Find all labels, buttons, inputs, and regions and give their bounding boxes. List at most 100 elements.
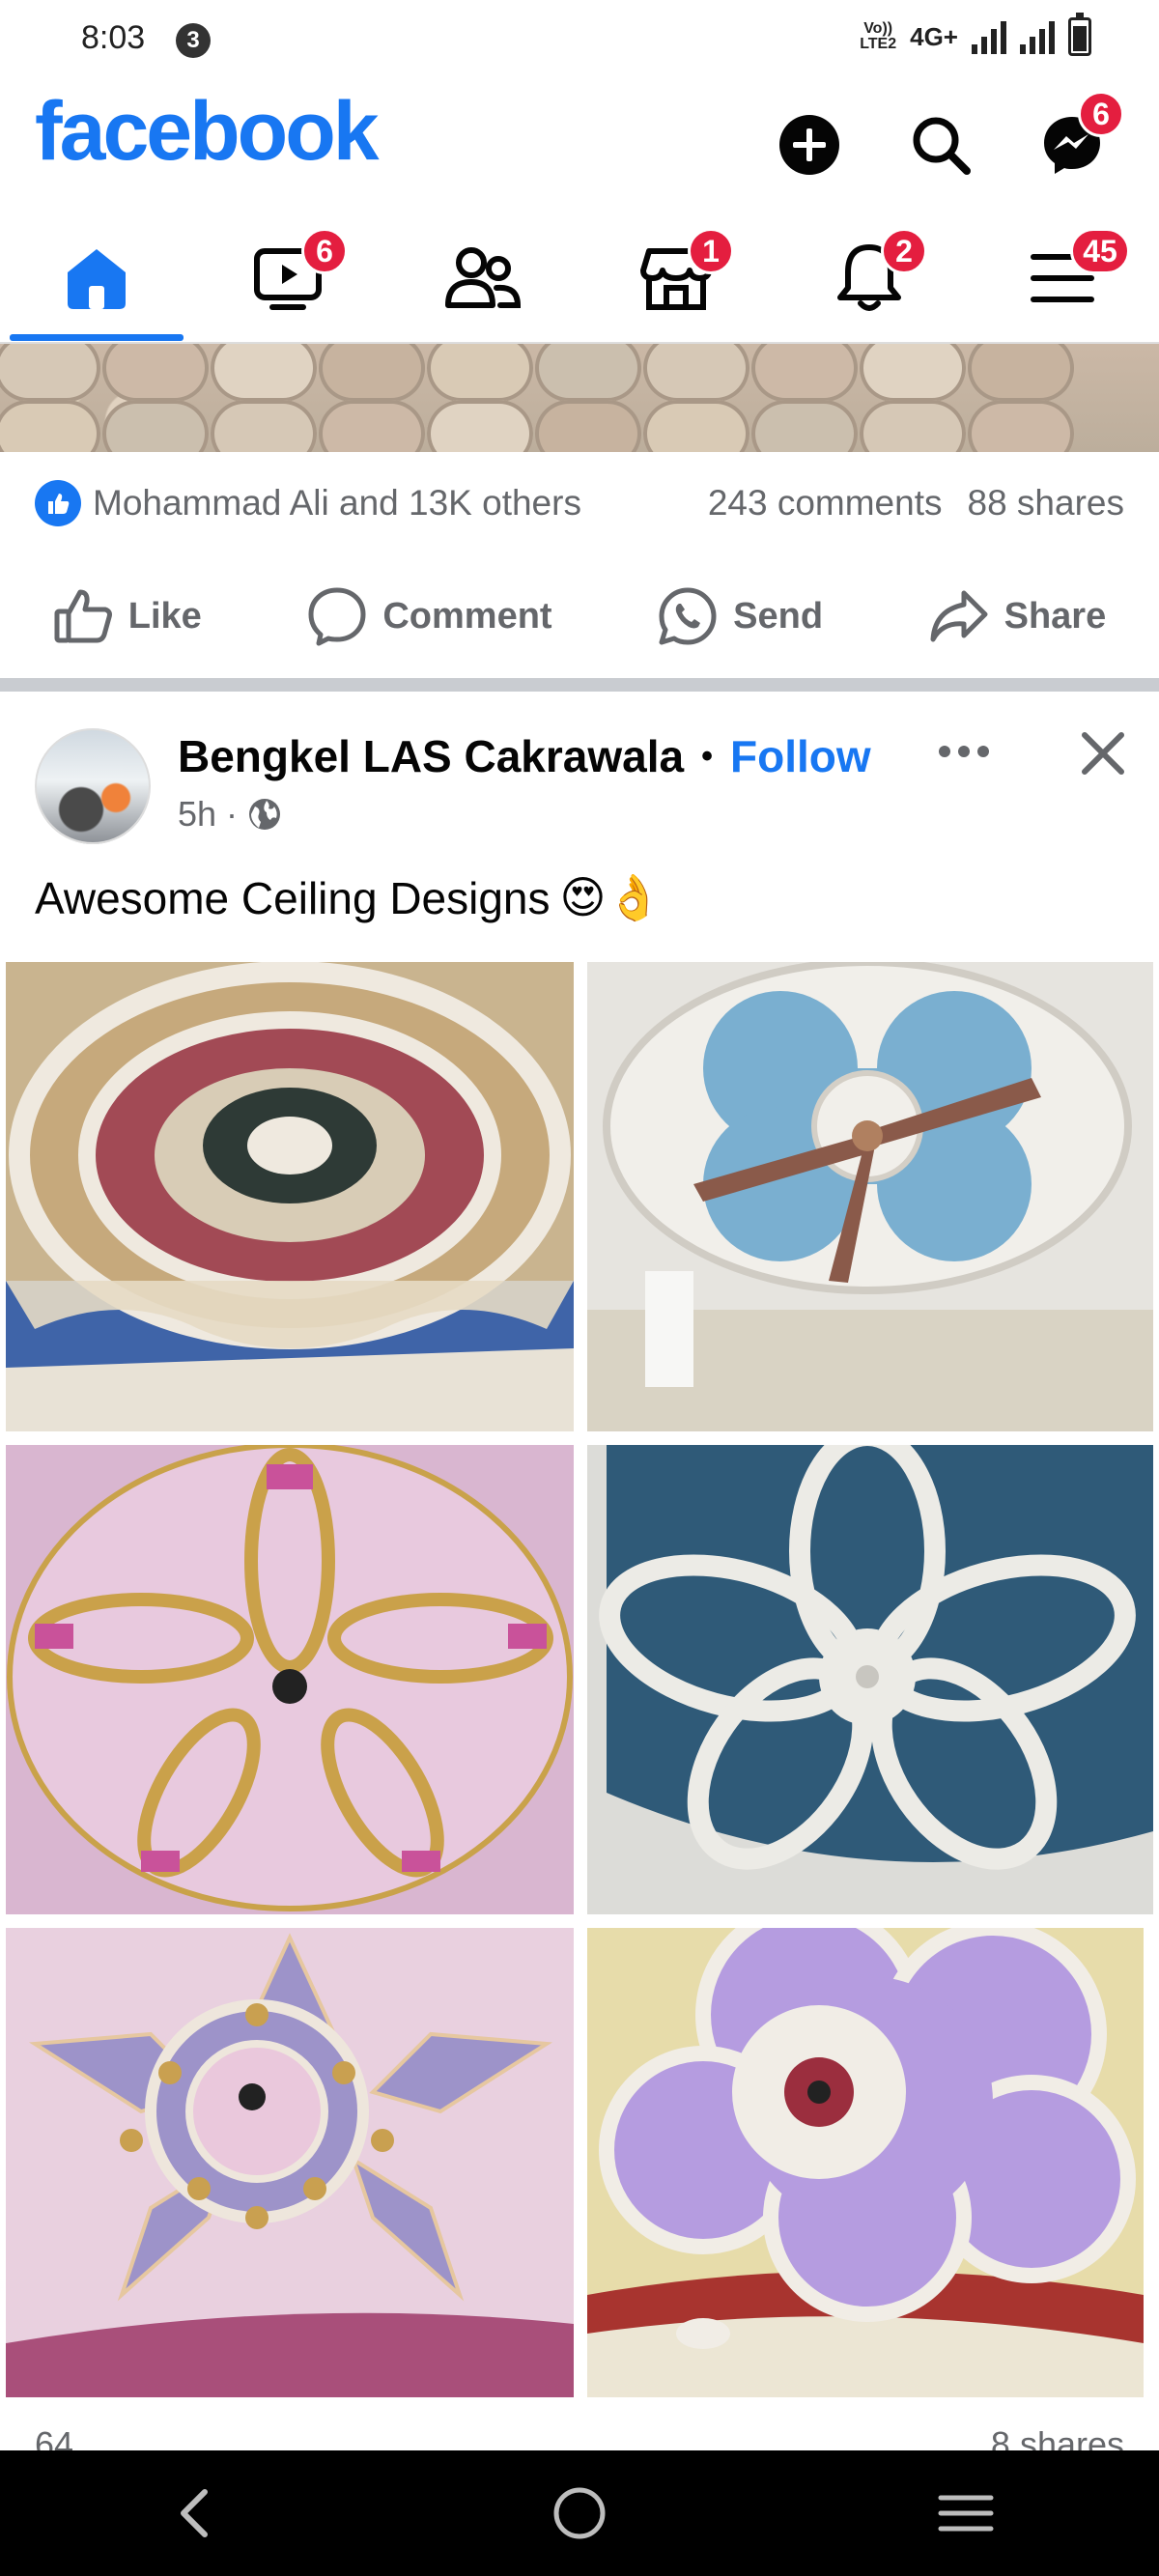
reactions-count[interactable]: 64: [35, 2424, 73, 2453]
paving-tile: [211, 400, 317, 452]
tab-marketplace[interactable]: 1: [580, 211, 773, 346]
network-type: 4G+: [910, 21, 958, 51]
more-icon: [939, 746, 989, 757]
create-button[interactable]: [773, 108, 846, 182]
search-button[interactable]: [904, 108, 977, 182]
paving-tile: [860, 400, 966, 452]
plus-icon: [779, 115, 839, 175]
paving-tile: [643, 400, 749, 452]
like-reaction-icon: [35, 480, 81, 526]
comment-label: Comment: [382, 595, 552, 637]
shares-count[interactable]: 88 shares: [968, 483, 1125, 524]
tab-bar: 6 1 2 45: [0, 211, 1159, 346]
photo-ceiling-4[interactable]: [587, 1445, 1153, 1914]
paving-tile: [211, 344, 317, 402]
paving-tile: [102, 400, 209, 452]
active-tab-indicator: [10, 334, 184, 341]
post-header: Bengkel LAS Cakrawala • Follow: [178, 730, 871, 782]
home-circle-icon: [553, 2487, 606, 2539]
caption-emojis: 😍👌: [559, 872, 662, 922]
paving-tile: [860, 344, 966, 402]
post-time[interactable]: 5h: [178, 794, 216, 835]
paving-tile: [0, 344, 100, 402]
globe-icon: [249, 799, 281, 830]
paving-tile: [535, 400, 641, 452]
caption-text: Awesome Ceiling Designs: [35, 872, 551, 923]
paving-tile: [535, 344, 641, 402]
marketplace-badge: 1: [688, 228, 734, 274]
paving-tile: [751, 400, 858, 452]
home-icon: [68, 249, 126, 309]
paving-tile: [427, 344, 533, 402]
comments-count[interactable]: 243 comments: [708, 483, 943, 524]
reactions-text[interactable]: Mohammad Ali and 13K others: [93, 483, 581, 524]
status-notification-count: 3: [176, 23, 211, 58]
volte-indicator: Vo)) LTE2: [860, 20, 897, 52]
post-meta: 5h ·: [178, 794, 282, 835]
comment-icon: [308, 587, 366, 646]
share-icon: [930, 590, 988, 642]
status-bar: 8:03 3 Vo)) LTE2 4G+: [0, 0, 1159, 83]
back-icon: [181, 2489, 208, 2537]
photo-ceiling-3[interactable]: [6, 1445, 574, 1914]
paving-tile: [0, 400, 100, 452]
paving-tile: [319, 344, 425, 402]
post-caption: Awesome Ceiling Designs 😍👌: [35, 871, 662, 924]
photo-ceiling-6[interactable]: [587, 1928, 1144, 2397]
tab-home[interactable]: [0, 211, 193, 346]
more-options-button[interactable]: [933, 724, 995, 778]
back-button[interactable]: [135, 2465, 251, 2562]
photo-ceiling-1[interactable]: [6, 962, 574, 1431]
page-avatar[interactable]: [35, 728, 151, 844]
messenger-button[interactable]: 6: [1035, 91, 1124, 182]
post-separator: [0, 678, 1159, 692]
facebook-logo[interactable]: facebook: [35, 83, 380, 180]
paving-tile: [968, 344, 1074, 402]
status-indicators: Vo)) LTE2 4G+: [860, 13, 1091, 56]
photo-ceiling-2[interactable]: [587, 962, 1153, 1431]
photo-ceiling-5[interactable]: [6, 1928, 574, 2397]
tab-video[interactable]: 6: [193, 211, 386, 346]
close-icon: [1082, 732, 1124, 775]
post-action-bar: Like Comment Send Share: [0, 568, 1159, 665]
tab-friends[interactable]: [386, 211, 580, 346]
paving-tile: [643, 344, 749, 402]
post-shares[interactable]: 8 shares: [991, 2424, 1124, 2453]
like-label: Like: [127, 595, 202, 637]
send-button[interactable]: Send: [658, 586, 823, 646]
page-name[interactable]: Bengkel LAS Cakrawala: [178, 730, 684, 782]
name-separator-dot: •: [701, 737, 714, 775]
menu-badge: 45: [1070, 228, 1130, 274]
thumbs-up-icon: [54, 589, 112, 643]
video-badge: 6: [301, 228, 348, 274]
previous-post-image[interactable]: [0, 344, 1159, 452]
paving-tile: [968, 400, 1074, 452]
battery-icon: [1068, 13, 1091, 56]
home-nav-button[interactable]: [522, 2465, 637, 2562]
paving-tile: [102, 344, 209, 402]
signal-icon: [972, 19, 1006, 54]
recents-button[interactable]: [908, 2465, 1024, 2562]
paving-tile: [427, 400, 533, 452]
paving-tile: [751, 344, 858, 402]
share-label: Share: [1004, 595, 1107, 637]
follow-button[interactable]: Follow: [730, 730, 871, 782]
like-button[interactable]: Like: [53, 588, 202, 644]
whatsapp-icon: [659, 587, 717, 645]
send-label: Send: [733, 595, 824, 637]
post-stats-partial: 64 8 shares: [35, 2424, 1124, 2453]
tab-menu[interactable]: 45: [966, 211, 1159, 346]
share-button[interactable]: Share: [929, 589, 1107, 643]
search-icon: [913, 117, 971, 175]
comment-button[interactable]: Comment: [307, 586, 552, 646]
recents-icon: [938, 2495, 994, 2532]
signal-icon-2: [1020, 19, 1055, 54]
reactions-row[interactable]: Mohammad Ali and 13K others 243 comments…: [35, 469, 1124, 537]
paving-tile: [319, 400, 425, 452]
messenger-badge: 6: [1078, 91, 1124, 137]
tab-notifications[interactable]: 2: [773, 211, 966, 346]
android-nav-bar: [0, 2450, 1159, 2576]
hide-post-button[interactable]: [1072, 722, 1134, 784]
notifications-badge: 2: [881, 228, 927, 274]
friends-icon: [445, 247, 522, 308]
